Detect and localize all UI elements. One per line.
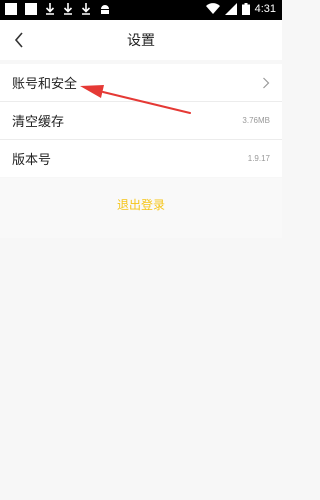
download-icon [81,3,91,15]
signal-icon [224,3,237,15]
wifi-icon [205,3,220,15]
settings-item-label: 账号和安全 [12,77,78,92]
cache-size-value: 3.76MB [242,116,270,125]
battery-icon [241,3,250,15]
settings-item-clear-cache[interactable]: 清空缓存 3.76MB [0,102,282,140]
logout-button[interactable]: 退出登录 [117,196,165,213]
settings-item-version: 版本号 1.9.17 [0,140,282,177]
status-bar: 4:31 [0,0,282,20]
settings-list: 账号和安全 清空缓存 3.76MB 版本号 1.9.17 [0,64,282,177]
notification-square-icon [25,3,37,15]
nav-bar: 设置 [0,20,282,60]
status-time: 4:31 [254,3,276,15]
download-icon [63,3,73,15]
status-notifications [5,3,111,15]
status-system: 4:31 [205,3,276,15]
android-icon [101,5,109,14]
download-icon [45,3,55,15]
logout-area: 退出登录 [0,178,282,238]
settings-item-label: 清空缓存 [12,115,65,130]
page-title: 设置 [127,33,155,49]
chevron-right-icon [262,77,270,89]
version-value: 1.9.17 [247,154,270,163]
settings-item-label: 版本号 [12,153,52,168]
settings-item-account-security[interactable]: 账号和安全 [0,64,282,102]
notification-square-icon [5,3,17,15]
